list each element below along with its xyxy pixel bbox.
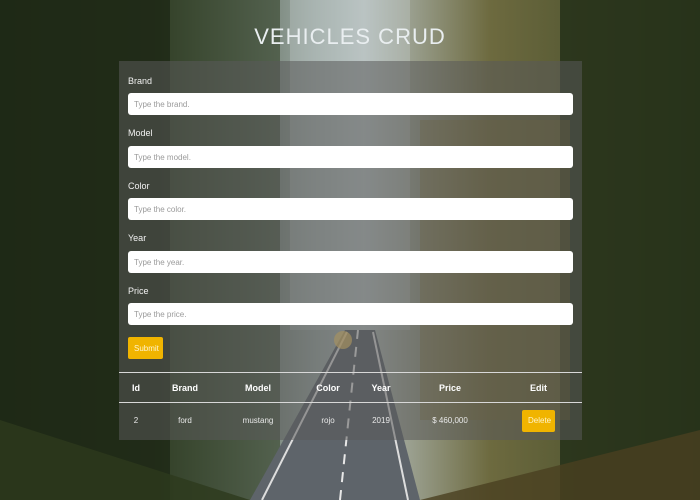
page-title: VEHICLES CRUD [254, 24, 446, 49]
header-id: Id [119, 372, 153, 403]
cell-model: mustang [242, 416, 274, 425]
header-model: Model [217, 372, 299, 403]
submit-button[interactable]: Submit [128, 337, 163, 359]
vehicles-table: Id Brand Model Color Year Price Edit 2 f… [119, 372, 582, 438]
table-row: 2 ford mustang rojo 2019 $ 460,000 Delet… [119, 403, 582, 439]
price-input[interactable] [128, 303, 573, 325]
model-input[interactable] [128, 146, 573, 168]
cell-color: rojo [321, 416, 335, 425]
header-brand: Brand [153, 372, 217, 403]
delete-button[interactable]: Delete [522, 409, 555, 432]
color-label: Color [128, 181, 150, 191]
header-edit: Edit [495, 372, 582, 403]
cell-brand: ford [178, 416, 192, 425]
header-year: Year [357, 372, 405, 403]
cell-id: 2 [133, 416, 139, 425]
brand-label: Brand [128, 76, 153, 86]
crud-panel: Brand Model Color Year Price Submit Id B… [119, 61, 582, 440]
table-header-row: Id Brand Model Color Year Price Edit [119, 372, 582, 403]
price-label: Price [128, 286, 149, 296]
brand-input[interactable] [128, 93, 573, 115]
cell-year: 2019 [372, 416, 390, 425]
cell-price: $ 460,000 [432, 416, 468, 425]
header-price: Price [405, 372, 495, 403]
model-label: Model [128, 128, 153, 138]
cell-edit: Delete [495, 403, 582, 439]
year-label: Year [128, 233, 147, 243]
year-input[interactable] [128, 251, 573, 273]
color-input[interactable] [128, 198, 573, 220]
header-color: Color [299, 372, 357, 403]
